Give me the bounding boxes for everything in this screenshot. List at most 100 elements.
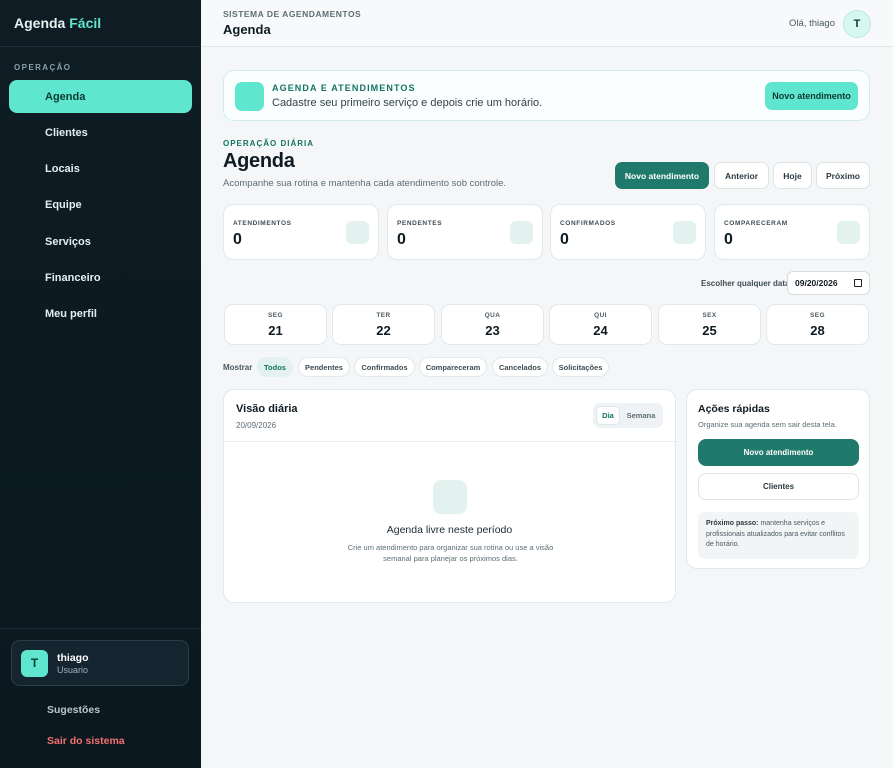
stat-label: COMPARECERAM [724,220,788,227]
day-number: 23 [485,323,500,338]
new-appointment-button[interactable]: Novo atendimento [615,162,709,189]
daily-view-card: Visão diária 20/09/2026 Dia Semana Agend… [223,389,676,603]
section-kicker: OPERAÇÃO DIÁRIA [223,139,315,148]
calendar-icon[interactable] [854,279,862,287]
sidebar-item-servicos[interactable]: Serviços [9,225,192,258]
check-icon [673,221,696,244]
banner-text: Cadastre seu primeiro serviço e depois c… [272,97,543,109]
logout-link[interactable]: Sair do sistema [47,735,125,747]
daily-view-title: Visão diária [236,403,298,415]
banner-kicker: AGENDA E ATENDIMENTOS [272,83,416,93]
sidebar-item-financeiro[interactable]: Financeiro [9,261,192,294]
date-picker-label: Escolher qualquer data [701,279,790,288]
daily-view-date: 20/09/2026 [236,421,277,430]
sidebar-item-label: Serviços [45,235,91,248]
stat-card-attended: COMPARECERAM 0 [714,204,870,260]
sidebar-nav: Agenda Clientes Locais Equipe Serviços F… [0,80,201,331]
section-subtitle: Acompanhe sua rotina e mantenha cada ate… [223,178,507,189]
day-name: QUI [594,312,607,319]
stat-card-pending: PENDENTES 0 [387,204,543,260]
quick-new-appointment-button[interactable]: Novo atendimento [698,439,859,466]
stat-label: CONFIRMADOS [560,220,616,227]
sidebar-item-equipe[interactable]: Equipe [9,189,192,222]
section-title: Agenda [223,150,295,172]
banner-new-appointment-button[interactable]: Novo atendimento [765,82,858,110]
stat-card-appointments: ATENDIMENTOS 0 [223,204,379,260]
stat-value: 0 [233,231,242,248]
sidebar-item-clientes[interactable]: Clientes [9,116,192,149]
sidebar-item-label: Clientes [45,126,88,139]
filter-label: Mostrar [223,363,253,372]
filter-chip-cancelados[interactable]: Cancelados [492,357,548,377]
quick-actions-title: Ações rápidas [698,403,770,415]
next-button[interactable]: Próximo [816,162,870,189]
clock-icon [510,221,533,244]
empty-calendar-icon [433,480,467,514]
topbar-kicker: SISTEMA DE AGENDAMENTOS [223,9,362,19]
date-value: 09/20/2026 [795,278,838,288]
day-card[interactable]: QUA 23 [441,304,544,345]
user-meta: thiago Usuario [57,652,89,675]
sidebar-item-label: Locais [45,163,80,176]
day-card[interactable]: SEG 21 [224,304,327,345]
tip-bold: Próximo passo: [706,520,759,527]
day-number: 28 [810,323,825,338]
sidebar-item-meu-perfil[interactable]: Meu perfil [9,298,192,331]
day-card[interactable]: TER 22 [332,304,435,345]
sidebar-footer: T thiago Usuario Sugestões Sair do siste… [0,628,201,768]
sidebar-item-locais[interactable]: Locais [9,153,192,186]
sidebar-item-label: Financeiro [45,271,101,284]
filter-chip-solicitacoes[interactable]: Solicitações [552,357,609,377]
stat-label: ATENDIMENTOS [233,220,292,227]
quick-clients-button[interactable]: Clientes [698,473,859,500]
day-card[interactable]: SEG 28 [766,304,869,345]
view-toggle: Dia Semana [593,403,663,428]
filter-chip-confirmados[interactable]: Confirmados [354,357,415,377]
filter-chip-compareceram[interactable]: Compareceram [419,357,487,377]
stat-value: 0 [397,231,406,248]
calendar-icon [346,221,369,244]
day-name: QUA [484,312,501,319]
stat-card-confirmed: CONFIRMADOS 0 [550,204,706,260]
suggestions-link[interactable]: Sugestões [47,704,100,716]
sidebar-item-agenda[interactable]: Agenda [9,80,192,113]
sidebar: Agenda Fácil OPERAÇÃO Agenda Clientes Lo… [0,0,201,768]
sidebar-item-label: Equipe [45,199,82,212]
day-number: 21 [268,323,283,338]
day-name: TER [376,312,391,319]
day-number: 22 [376,323,391,338]
quick-actions-subtitle: Organize sua agenda sem sair desta tela. [698,420,837,429]
view-toggle-week[interactable]: Semana [621,406,661,425]
quick-actions-card: Ações rápidas Organize sua agenda sem sa… [686,389,870,569]
day-card[interactable]: QUI 24 [549,304,652,345]
filter-chip-pendentes[interactable]: Pendentes [298,357,350,377]
topbar: SISTEMA DE AGENDAMENTOS Agenda Olá, thia… [201,0,893,47]
day-name: SEX [702,312,717,319]
greeting-text: Olá, thiago [789,18,835,29]
date-picker-input[interactable]: 09/20/2026 [787,271,870,295]
brand-accent: Fácil [69,15,102,31]
filter-chip-todos[interactable]: Todos [257,357,293,377]
sidebar-item-label: Agenda [45,90,86,103]
next-step-tip: Próximo passo: mantenha serviços e profi… [698,512,859,559]
stat-value: 0 [724,231,733,248]
user-role: Usuario [57,664,89,675]
brand-name: Agenda [14,15,66,31]
banner-icon [235,82,264,111]
user-check-icon [837,221,860,244]
top-avatar[interactable]: T [843,10,871,38]
stat-label: PENDENTES [397,220,443,227]
previous-button[interactable]: Anterior [714,162,769,189]
avatar: T [21,649,48,677]
user-card[interactable]: T thiago Usuario [11,640,189,686]
day-name: SEG [810,312,825,319]
empty-state-title: Agenda livre neste período [386,524,513,536]
sidebar-item-label: Meu perfil [45,308,97,321]
brand-logo[interactable]: Agenda Fácil [0,0,201,47]
day-card[interactable]: SEX 25 [658,304,761,345]
divider [224,441,675,442]
view-toggle-day[interactable]: Dia [596,406,620,425]
user-name: thiago [57,651,89,664]
day-name: SEG [268,312,283,319]
today-button[interactable]: Hoje [773,162,812,189]
